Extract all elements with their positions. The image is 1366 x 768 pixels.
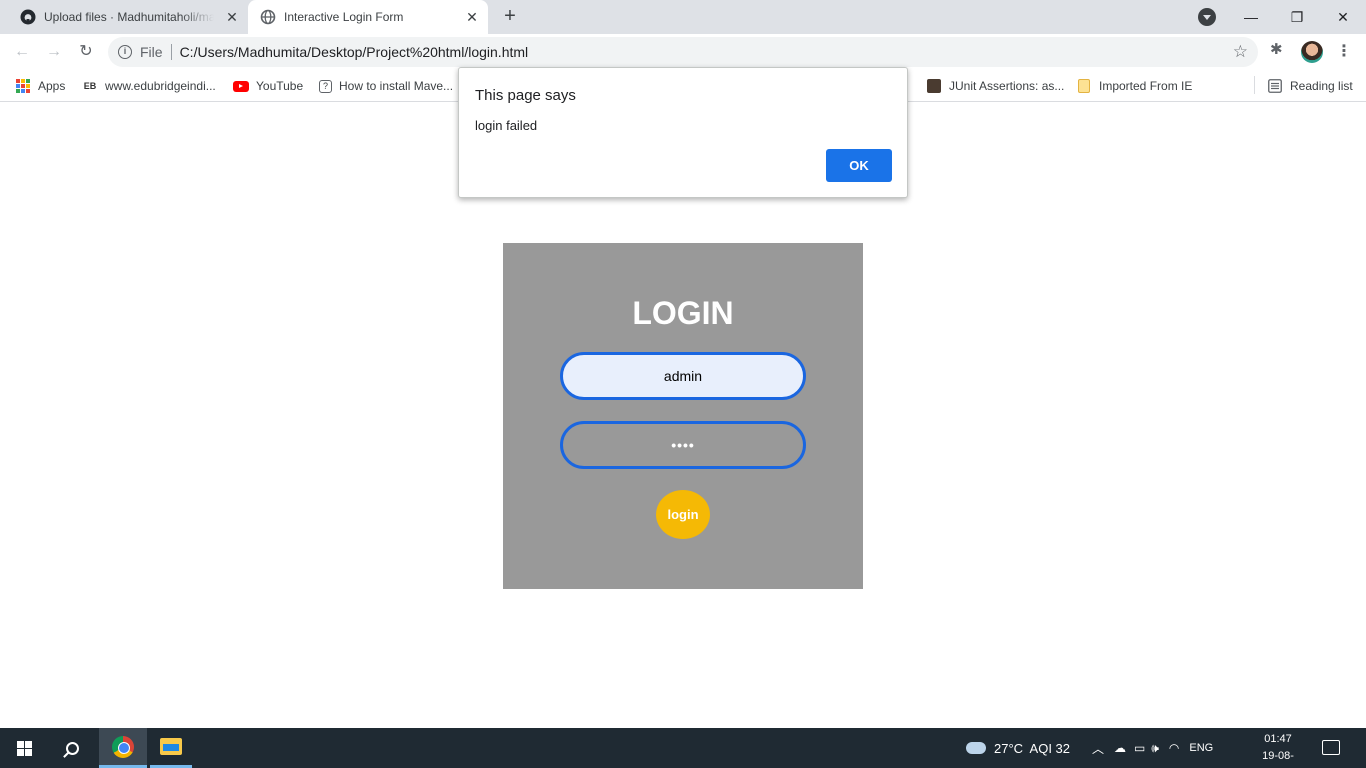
tab-strip: Upload files · Madhumitaholi/ma ✕ Intera… [0, 0, 1366, 34]
username-input[interactable]: admin [560, 352, 806, 400]
minimize-button[interactable]: — [1228, 0, 1274, 34]
notification-center-icon[interactable] [1322, 740, 1340, 755]
reload-icon[interactable]: ↻ [74, 40, 98, 64]
github-icon [20, 9, 36, 25]
clock-time: 01:47 [1264, 733, 1292, 745]
weather-text: 27°C AQI 32 [994, 740, 1071, 756]
cloud-icon [966, 742, 986, 754]
help-icon: ? [319, 79, 332, 93]
clock[interactable]: 01:47 19-08-2021 [1250, 731, 1306, 768]
dialog-message: login failed [475, 118, 538, 133]
taskbar-chrome[interactable] [99, 728, 147, 768]
back-arrow-icon[interactable]: ← [10, 40, 34, 64]
speaker-icon[interactable]: 🕪 [1151, 741, 1159, 756]
bookmark-apps[interactable]: Apps [15, 77, 65, 95]
clock-date: 19-08-2021 [1262, 750, 1294, 768]
battery-icon[interactable]: ▭ [1134, 741, 1145, 755]
avatar[interactable] [1301, 41, 1323, 63]
system-tray: ︿ ☁ ▭ 🕪 ◠ ENG [1092, 728, 1213, 768]
language-indicator[interactable]: ENG [1189, 742, 1213, 754]
reading-list-icon [1267, 78, 1283, 94]
url-scheme: File [140, 44, 163, 60]
bookmark-label: Imported From IE [1099, 79, 1193, 93]
bookmark-maven[interactable]: ? How to install Mave... [319, 77, 453, 95]
reading-list[interactable]: Reading list [1267, 77, 1353, 95]
login-button[interactable]: login [656, 490, 710, 539]
url-text[interactable]: C:/Users/Madhumita/Desktop/Project%20htm… [180, 44, 529, 60]
edubridge-icon: EB [83, 81, 97, 91]
chrome-icon [112, 735, 134, 758]
wifi-icon[interactable]: ◠ [1169, 741, 1179, 755]
login-panel: LOGIN admin •••• login [503, 243, 863, 589]
bookmark-label: How to install Mave... [339, 79, 454, 93]
tab-title: Interactive Login Form [284, 10, 404, 24]
extensions-puzzle-icon[interactable]: ✱ [1270, 40, 1283, 58]
close-tab-icon[interactable]: ✕ [464, 9, 480, 25]
reading-list-label: Reading list [1290, 79, 1353, 93]
folder-icon [1076, 78, 1092, 94]
info-icon[interactable]: i [118, 45, 132, 59]
globe-icon [260, 9, 276, 25]
youtube-icon [233, 78, 249, 94]
search-icon [65, 741, 79, 755]
browser-toolbar: ← → ↻ i File C:/Users/Madhumita/Desktop/… [0, 34, 1366, 70]
dialog-title: This page says [475, 87, 576, 104]
junit-icon [926, 78, 942, 94]
onedrive-cloud-icon[interactable]: ☁ [1114, 741, 1126, 755]
chevron-up-icon[interactable]: ︿ [1092, 740, 1104, 757]
kebab-menu-icon[interactable]: ⋮ [1336, 41, 1352, 63]
bookmark-label: JUnit Assertions: as... [949, 79, 1065, 93]
restore-button[interactable]: ❐ [1274, 0, 1320, 34]
login-heading: LOGIN [632, 295, 734, 331]
new-tab-button[interactable]: + [498, 5, 522, 29]
alert-dialog: This page says login failed OK [458, 67, 908, 198]
divider [1254, 76, 1255, 94]
close-window-button[interactable]: ✕ [1320, 0, 1366, 34]
bookmark-junit[interactable]: JUnit Assertions: as... [926, 77, 1064, 95]
bookmark-edubridge[interactable]: EB www.edubridgeindi... [82, 77, 216, 95]
divider [170, 44, 172, 60]
password-input[interactable]: •••• [560, 421, 806, 469]
forward-arrow-icon[interactable]: → [42, 40, 66, 64]
bookmark-youtube[interactable]: YouTube [233, 77, 303, 95]
search-button[interactable] [50, 728, 94, 768]
ok-button[interactable]: OK [826, 149, 892, 182]
start-button[interactable] [0, 728, 48, 768]
tab-upload-files[interactable]: Upload files · Madhumitaholi/ma ✕ [8, 0, 248, 34]
bookmark-star-icon[interactable]: ☆ [1233, 42, 1248, 62]
bookmark-label: YouTube [256, 79, 304, 93]
close-tab-icon[interactable]: ✕ [224, 9, 240, 25]
weather-widget[interactable]: 27°C AQI 32 [966, 728, 1070, 768]
address-bar[interactable]: i File C:/Users/Madhumita/Desktop/Projec… [108, 37, 1258, 67]
bookmark-label: www.edubridgeindi... [105, 79, 216, 93]
taskbar-file-explorer[interactable] [150, 728, 192, 768]
file-explorer-icon [160, 738, 182, 755]
apps-grid-icon [15, 78, 31, 94]
tab-search-icon[interactable] [1198, 8, 1216, 26]
tab-title: Upload files · Madhumitaholi/ma [44, 10, 214, 24]
bookmark-label: Apps [38, 79, 66, 93]
windows-logo-icon [16, 740, 32, 756]
windows-taskbar: 27°C AQI 32 ︿ ☁ ▭ 🕪 ◠ ENG 01:47 19-08-20… [0, 728, 1366, 768]
tab-interactive-login-form[interactable]: Interactive Login Form ✕ [248, 0, 488, 34]
bookmark-imported-from-ie[interactable]: Imported From IE [1076, 77, 1192, 95]
